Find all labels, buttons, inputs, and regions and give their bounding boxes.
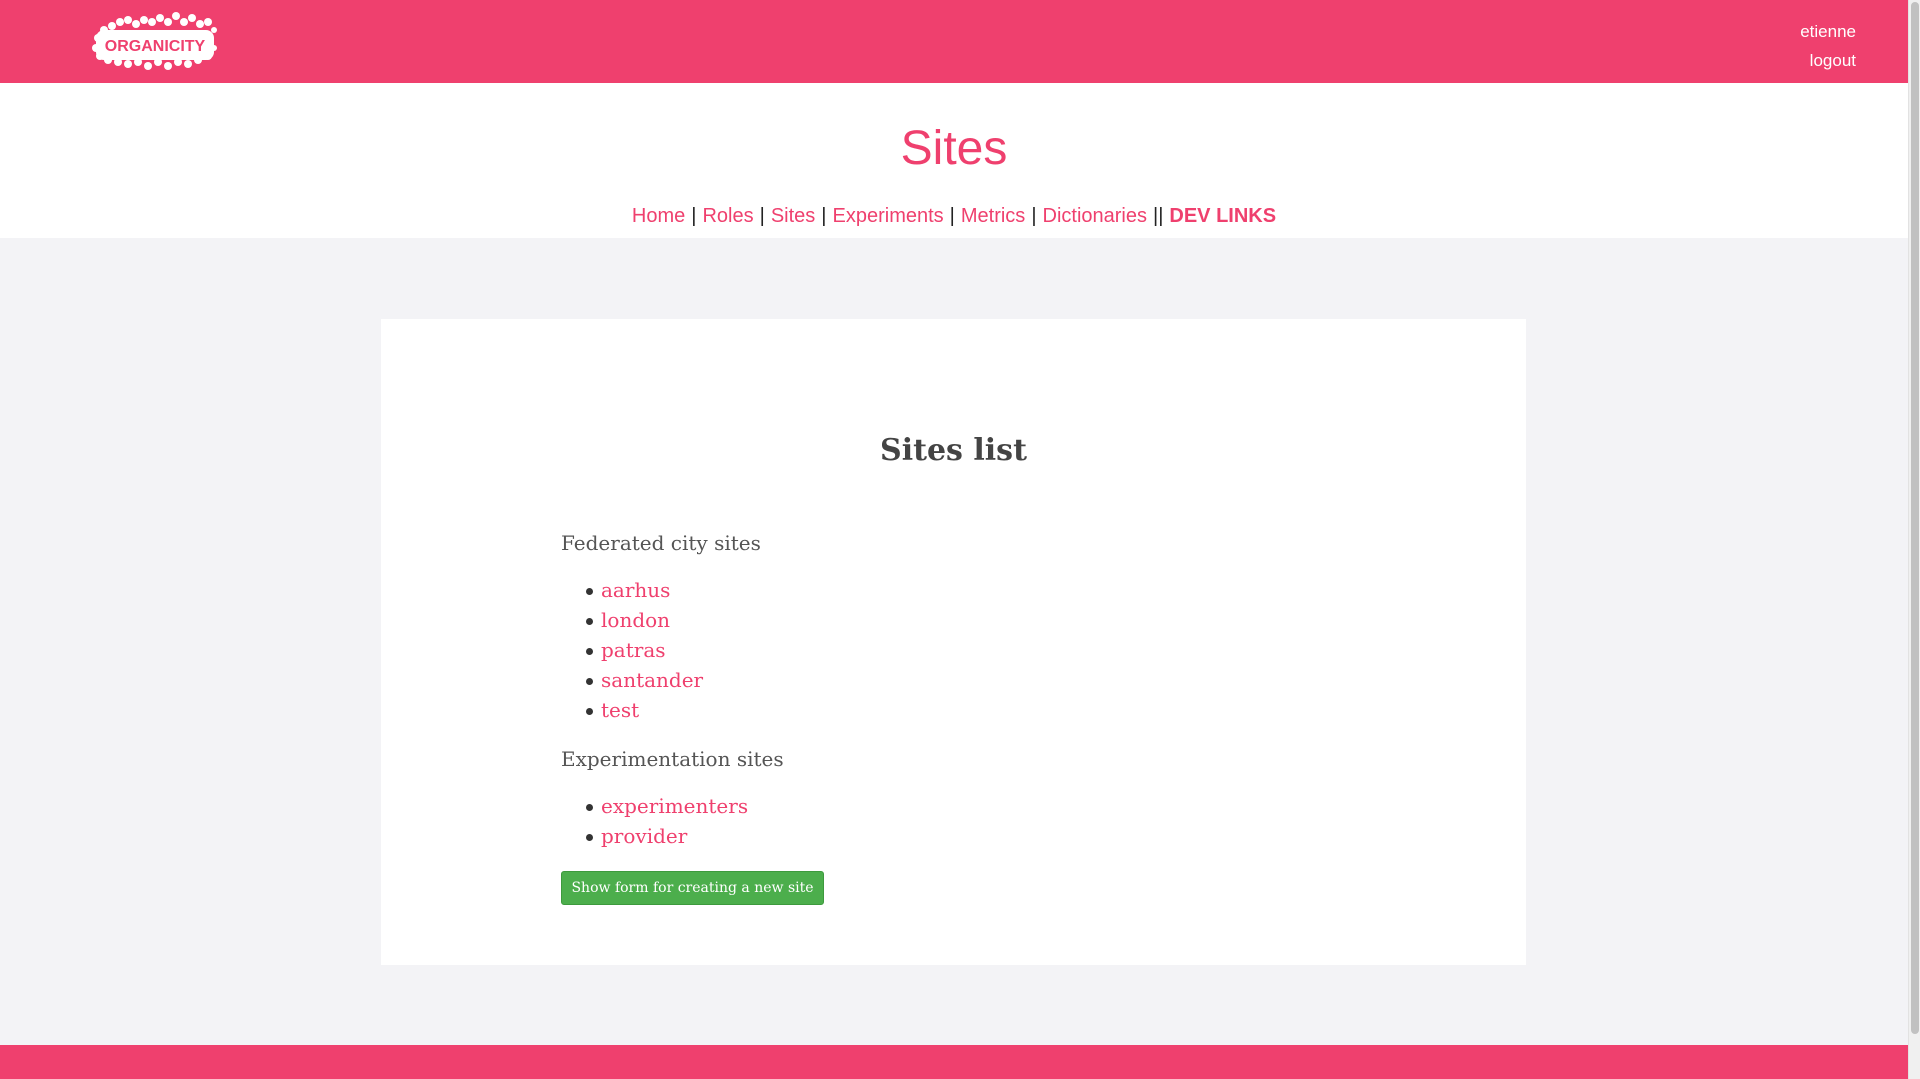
site-link-london[interactable]: london: [601, 608, 670, 632]
nav-separator: |: [821, 205, 827, 227]
nav-experiments[interactable]: Experiments: [833, 205, 944, 227]
organicity-logo[interactable]: ORGANICITY: [88, 8, 218, 72]
page-header: Sites Home | Roles | Sites | Experiments | Metri…: [0, 83, 1908, 238]
footer-bar: [0, 1045, 1908, 1079]
scrollbar-thumb[interactable]: [1911, 2, 1919, 1034]
nav-roles[interactable]: Roles: [702, 205, 753, 227]
experimentation-site-list: experimenters provider: [585, 791, 748, 851]
nav-metrics[interactable]: Metrics: [961, 205, 1025, 227]
page-title: Sites: [900, 122, 1008, 175]
list-item: provider: [585, 821, 748, 851]
site-link-patras[interactable]: patras: [601, 638, 666, 662]
list-item: aarhus: [585, 575, 703, 605]
top-bar: ORGANICITY etienne logout: [0, 0, 1908, 83]
federated-heading: Federated city sites: [561, 531, 761, 555]
list-item: patras: [585, 635, 703, 665]
site-link-provider[interactable]: provider: [601, 824, 687, 848]
nav-separator: |: [691, 205, 697, 227]
list-item: test: [585, 695, 703, 725]
nav-home[interactable]: Home: [632, 205, 685, 227]
list-item: london: [585, 605, 703, 635]
username: etienne: [1800, 22, 1856, 41]
nav-separator: |: [1031, 205, 1037, 227]
show-create-site-form-button[interactable]: Show form for creating a new site: [561, 871, 824, 905]
nav-separator: |: [759, 205, 765, 227]
site-link-santander[interactable]: santander: [601, 668, 703, 692]
sites-card: Sites list Federated city sites aarhus l…: [381, 319, 1526, 965]
site-link-test[interactable]: test: [601, 698, 639, 722]
nav-sites[interactable]: Sites: [771, 205, 815, 227]
list-item: santander: [585, 665, 703, 695]
sites-list-heading: Sites list: [880, 433, 1027, 468]
nav-dictionaries[interactable]: Dictionaries: [1043, 205, 1147, 227]
vertical-scrollbar[interactable]: [1908, 0, 1920, 1079]
site-link-experimenters[interactable]: experimenters: [601, 794, 748, 818]
logo-text: ORGANICITY: [105, 38, 206, 55]
federated-site-list: aarhus london patras santander test: [585, 575, 703, 725]
list-item: experimenters: [585, 791, 748, 821]
nav-separator: |: [949, 205, 955, 227]
experimentation-heading: Experimentation sites: [561, 747, 784, 771]
user-menu: etienne logout: [1800, 17, 1856, 75]
site-link-aarhus[interactable]: aarhus: [601, 578, 670, 602]
main-nav: Home | Roles | Sites | Experiments | Metrics | Dic…: [0, 205, 1908, 228]
logout-link[interactable]: logout: [1800, 46, 1856, 75]
nav-separator: ||: [1153, 205, 1164, 227]
nav-dev-links[interactable]: DEV LINKS: [1169, 205, 1276, 227]
